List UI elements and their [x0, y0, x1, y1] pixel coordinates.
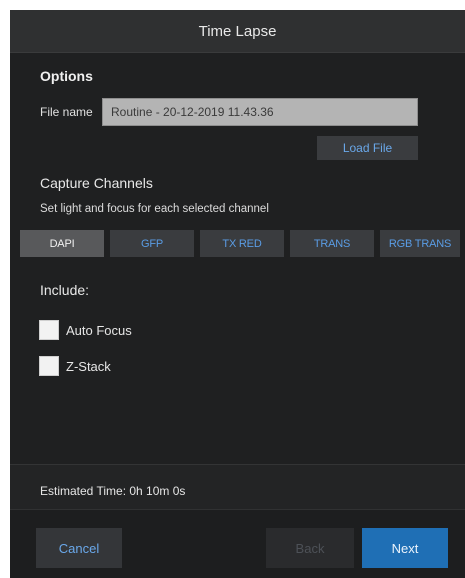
dialog-title-bar: Time Lapse — [10, 10, 465, 53]
cancel-button[interactable]: Cancel — [36, 528, 122, 568]
time-lapse-dialog: Time Lapse Options File name Load File C… — [10, 10, 465, 578]
next-button[interactable]: Next — [362, 528, 448, 568]
auto-focus-checkbox[interactable] — [39, 320, 59, 340]
z-stack-label: Z-Stack — [66, 358, 111, 374]
channel-gfp[interactable]: GFP — [110, 230, 194, 257]
z-stack-option[interactable]: Z-Stack — [39, 356, 111, 376]
channel-dapi[interactable]: DAPI — [20, 230, 104, 257]
file-name-label: File name — [40, 105, 93, 119]
capture-channels-heading: Capture Channels — [40, 175, 153, 191]
z-stack-checkbox[interactable] — [39, 356, 59, 376]
options-heading: Options — [40, 68, 93, 84]
estimated-time-text: Estimated Time: 0h 10m 0s — [40, 484, 186, 498]
capture-channels-description: Set light and focus for each selected ch… — [40, 203, 269, 215]
include-heading: Include: — [40, 282, 90, 298]
load-file-button[interactable]: Load File — [317, 136, 418, 160]
channel-rgb-trans[interactable]: RGB TRANS — [380, 230, 460, 257]
channel-trans[interactable]: TRANS — [290, 230, 374, 257]
back-button[interactable]: Back — [266, 528, 354, 568]
file-name-input[interactable] — [102, 98, 418, 126]
dialog-title: Time Lapse — [198, 22, 277, 40]
channel-tx-red[interactable]: TX RED — [200, 230, 284, 257]
auto-focus-label: Auto Focus — [66, 322, 132, 338]
auto-focus-option[interactable]: Auto Focus — [39, 320, 132, 340]
channel-selector: DAPI GFP TX RED TRANS RGB TRANS — [20, 230, 460, 257]
